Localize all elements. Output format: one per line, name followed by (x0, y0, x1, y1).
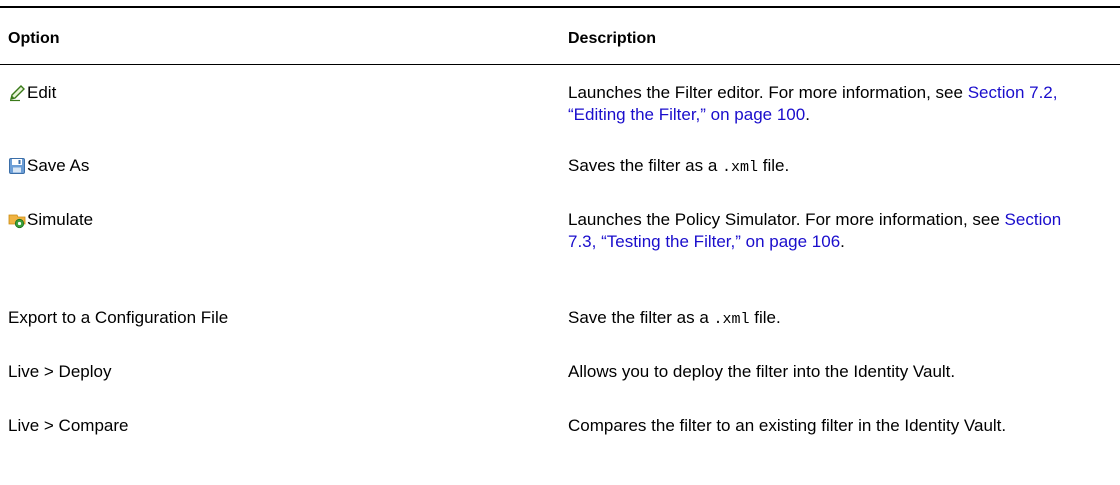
table-header-row: Option Description (0, 8, 1120, 65)
description-text-end: . (840, 232, 845, 251)
description-cell: Allows you to deploy the filter into the… (568, 362, 956, 381)
option-label: Save As (27, 156, 90, 175)
description-text-end: file. (758, 156, 790, 175)
description-text-end: . (805, 105, 810, 124)
description-text: Save the filter as a (568, 308, 714, 327)
option-cell: Edit (8, 82, 56, 104)
table-row: Simulate Launches the Policy Simulator. … (0, 209, 1120, 307)
table-row: Live > Deploy Allows you to deploy the f… (0, 361, 1120, 415)
description-text: Saves the filter as a (568, 156, 723, 175)
table-row: Export to a Configuration File Save the … (0, 307, 1120, 361)
option-label: Edit (27, 83, 57, 102)
simulate-icon (8, 211, 26, 229)
description-text: Launches the Policy Simulator. For more … (568, 210, 1005, 229)
option-cell: Export to a Configuration File (8, 307, 228, 329)
code-xml: .xml (722, 159, 759, 176)
table-row: Save As Saves the filter as a .xml file. (0, 155, 1120, 209)
description-cell: Saves the filter as a .xml file. (568, 155, 1088, 179)
option-label: Live > Compare (8, 416, 129, 435)
code-xml: .xml (713, 311, 750, 328)
option-cell: Save As (8, 155, 89, 177)
option-cell: Live > Compare (8, 415, 128, 437)
save-disk-icon (8, 157, 26, 175)
description-cell: Save the filter as a .xml file. (568, 307, 1088, 331)
description-text-end: file. (749, 308, 781, 327)
option-cell: Simulate (8, 209, 93, 231)
description-cell: Compares the filter to an existing filte… (568, 416, 1007, 435)
option-label: Live > Deploy (8, 362, 112, 381)
description-cell: Launches the Filter editor. For more inf… (568, 82, 1088, 126)
option-cell: Live > Deploy (8, 361, 111, 383)
header-option: Option (8, 30, 60, 47)
table-row: Edit Launches the Filter editor. For mor… (0, 65, 1120, 155)
option-label: Export to a Configuration File (8, 308, 229, 327)
table-row: Live > Compare Compares the filter to an… (0, 415, 1120, 475)
description-cell: Launches the Policy Simulator. For more … (568, 209, 1088, 253)
description-text: Launches the Filter editor. For more inf… (568, 83, 968, 102)
header-description: Description (568, 30, 657, 47)
options-table: Option Description Edit Launches the Fil… (0, 6, 1120, 475)
edit-pencil-icon (8, 84, 26, 102)
option-label: Simulate (27, 210, 94, 229)
